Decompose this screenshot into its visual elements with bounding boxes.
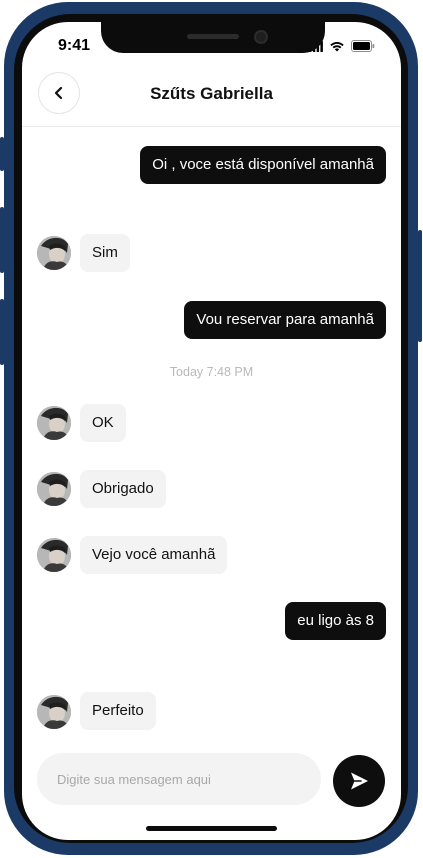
send-button[interactable] — [333, 755, 385, 807]
message-input[interactable] — [37, 753, 321, 805]
avatar — [37, 538, 71, 572]
status-time: 9:41 — [58, 37, 91, 54]
message-outgoing: Vou reservar para amanhã — [184, 301, 386, 339]
phone-screen: 9:41 Szűts Gabriella Oi , voce está disp… — [22, 22, 401, 840]
chat-header: Szűts Gabriella — [22, 72, 401, 127]
front-camera — [254, 30, 268, 44]
wifi-icon — [330, 41, 344, 52]
contact-name: Szűts Gabriella — [150, 84, 273, 103]
speaker-grille — [187, 34, 239, 39]
battery-icon — [351, 40, 375, 52]
notch — [101, 22, 325, 53]
send-icon — [351, 772, 368, 790]
power-button — [418, 230, 422, 342]
message-timestamp: Today 7:48 PM — [169, 365, 254, 379]
volume-up-button — [0, 207, 4, 273]
message-incoming: OK — [80, 404, 126, 442]
avatar — [37, 236, 71, 270]
avatar — [37, 695, 71, 729]
message-incoming: Perfeito — [80, 692, 156, 730]
volume-down-button — [0, 299, 4, 365]
home-indicator — [146, 826, 277, 831]
silent-switch — [0, 137, 4, 171]
avatar — [37, 406, 71, 440]
message-incoming: Sim — [80, 234, 130, 272]
message-outgoing: Oi , voce está disponível amanhã — [140, 146, 386, 184]
message-outgoing: eu ligo às 8 — [285, 602, 386, 640]
message-incoming: Obrigado — [80, 470, 166, 508]
avatar — [37, 472, 71, 506]
message-incoming: Vejo você amanhã — [80, 536, 228, 574]
